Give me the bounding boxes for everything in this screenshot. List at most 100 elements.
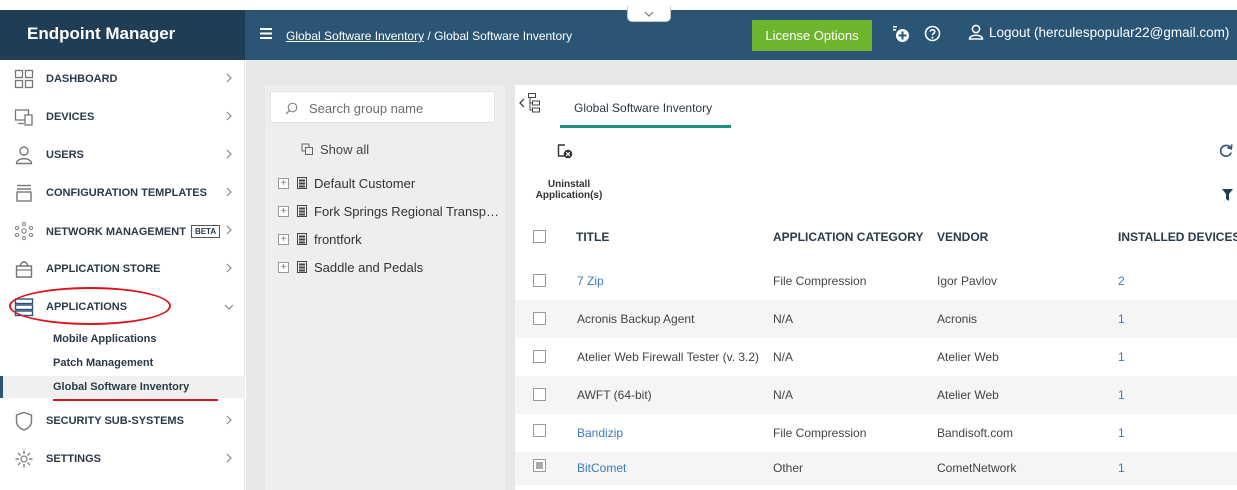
chevron-right-icon [226, 415, 232, 425]
cell-installed-devices[interactable]: 1 [1118, 350, 1125, 364]
beta-badge: BETA [190, 225, 221, 238]
cell-installed-devices[interactable]: 1 [1118, 312, 1125, 326]
sidebar-subitem-patch-management[interactable]: Patch Management [0, 352, 245, 374]
row-checkbox[interactable] [533, 459, 546, 472]
sidebar-subitem-label: Mobile Applications [53, 333, 157, 345]
column-header-installed-devices[interactable]: INSTALLED DEVICES [1118, 230, 1237, 244]
chevron-right-icon [226, 111, 232, 121]
tab-global-software-inventory[interactable]: Global Software Inventory [560, 101, 726, 127]
table-row[interactable]: Atelier Web Firewall Tester (v. 3.2) N/A… [515, 338, 1237, 376]
logout-label: Logout (herculespopular22@gmail.com) [989, 24, 1230, 40]
row-checkbox[interactable] [533, 274, 546, 287]
row-checkbox[interactable] [533, 388, 546, 401]
tree-item-saddle-and-pedals[interactable]: + Saddle and Pedals [278, 257, 423, 277]
group-search-box[interactable] [270, 91, 495, 123]
cell-category: File Compression [773, 426, 867, 440]
cell-category: N/A [773, 312, 794, 326]
database-icon [297, 177, 307, 189]
expand-plus-icon[interactable]: + [278, 177, 289, 189]
top-bar: Global Software Inventory / Global Softw… [245, 10, 1237, 60]
table-row[interactable]: Acronis Backup Agent N/A Acronis 1 [515, 300, 1237, 338]
license-options-button[interactable]: License Options [752, 20, 872, 51]
sidebar-item-security-sub-systems[interactable]: SECURITY SUB-SYSTEMS [0, 402, 245, 440]
table-row[interactable]: Bandizip File Compression Bandisoft.com … [515, 414, 1237, 452]
brand-title: Endpoint Manager [0, 10, 245, 60]
cell-category: File Compression [773, 274, 867, 288]
expand-plus-icon[interactable]: + [278, 205, 289, 217]
chevron-right-icon [226, 73, 232, 83]
sidebar-item-label: SECURITY SUB-SYSTEMS [46, 415, 184, 427]
breadcrumb-link[interactable]: Global Software Inventory [286, 29, 424, 43]
row-checkbox[interactable] [533, 350, 546, 363]
uninstall-icon[interactable] [557, 143, 573, 159]
column-header-vendor[interactable]: VENDOR [937, 230, 988, 244]
group-search-input[interactable] [309, 99, 489, 117]
gear-icon [15, 450, 33, 468]
database-icon [297, 205, 307, 217]
active-tab-indicator [560, 125, 731, 128]
breadcrumb: Global Software Inventory / Global Softw… [286, 29, 572, 43]
hamburger-menu-icon[interactable] [260, 28, 272, 39]
sidebar-item-label: DASHBOARD [46, 73, 118, 85]
toggle-tree-button[interactable] [519, 93, 540, 113]
tree-item-label: frontfork [314, 231, 362, 247]
refresh-icon[interactable] [1219, 143, 1233, 158]
tree-item-label: Fork Springs Regional Transp… [314, 203, 499, 219]
cell-installed-devices[interactable]: 1 [1118, 461, 1125, 475]
tree-item-frontfork[interactable]: + frontfork [278, 229, 362, 249]
cell-installed-devices[interactable]: 1 [1118, 388, 1125, 402]
sidebar-item-network-management[interactable]: NETWORK MANAGEMENT BETA [0, 212, 245, 250]
store-icon [15, 261, 33, 278]
sidebar-item-application-store[interactable]: APPLICATION STORE [0, 250, 245, 288]
show-all-button[interactable]: Show all [301, 142, 369, 157]
dashboard-icon [14, 69, 34, 89]
table-row[interactable]: AWFT (64-bit) N/A Atelier Web 1 [515, 376, 1237, 414]
sidebar-subitem-mobile-applications[interactable]: Mobile Applications [0, 328, 245, 350]
sidebar-subitem-global-software-inventory[interactable]: Global Software Inventory [0, 376, 245, 398]
logout-link[interactable]: Logout (herculespopular22@gmail.com) [968, 24, 1229, 40]
cell-vendor: Atelier Web [937, 350, 999, 364]
chevron-left-icon [519, 98, 525, 108]
search-icon [285, 102, 298, 115]
cell-installed-devices[interactable]: 2 [1118, 274, 1125, 288]
chevron-right-icon [226, 225, 232, 235]
sidebar-item-configuration-templates[interactable]: CONFIGURATION TEMPLATES [0, 174, 245, 212]
chevron-down-icon [224, 304, 234, 310]
filter-icon[interactable] [1222, 189, 1233, 201]
show-all-label: Show all [320, 142, 370, 157]
user-icon [968, 24, 984, 40]
cell-title[interactable]: Bandizip [577, 426, 623, 440]
cell-title: Acronis Backup Agent [577, 312, 695, 326]
expand-plus-icon[interactable]: + [278, 261, 289, 273]
select-all-checkbox[interactable] [533, 230, 546, 243]
cell-installed-devices[interactable]: 1 [1118, 426, 1125, 440]
cell-title[interactable]: BitComet [577, 461, 626, 475]
sidebar-item-dashboard[interactable]: DASHBOARD [0, 60, 245, 98]
collapse-header-button[interactable] [627, 6, 671, 22]
sidebar-item-settings[interactable]: SETTINGS [0, 440, 245, 478]
chevron-down-icon [644, 11, 654, 17]
tree-item-fork-springs[interactable]: + Fork Springs Regional Transp… [278, 201, 499, 221]
expand-plus-icon[interactable]: + [278, 233, 289, 245]
cell-title[interactable]: 7 Zip [577, 274, 604, 288]
table-row[interactable]: 7 Zip File Compression Igor Pavlov 2 [515, 262, 1237, 300]
column-header-title[interactable]: TITLE [576, 230, 609, 244]
column-header-category[interactable]: APPLICATION CATEGORY [773, 230, 923, 244]
uninstall-button-label[interactable]: Uninstall Application(s) [534, 179, 604, 201]
cell-vendor: CometNetwork [937, 461, 1017, 475]
sidebar-item-label: SETTINGS [46, 453, 102, 465]
sidebar-item-devices[interactable]: DEVICES [0, 98, 245, 136]
devices-icon [14, 109, 33, 126]
tree-icon [528, 93, 540, 113]
cell-category: Other [773, 461, 804, 475]
tree-item-default-customer[interactable]: + Default Customer [278, 173, 415, 193]
annotation-circle [9, 287, 171, 325]
database-icon [297, 261, 307, 273]
row-checkbox[interactable] [533, 424, 546, 437]
add-icon[interactable] [892, 25, 910, 43]
table-row[interactable]: BitComet Other CometNetwork 1 [515, 452, 1237, 485]
chevron-right-icon [226, 263, 232, 273]
sidebar-item-users[interactable]: USERS [0, 136, 245, 174]
help-icon[interactable] [924, 25, 941, 42]
row-checkbox[interactable] [533, 312, 546, 325]
